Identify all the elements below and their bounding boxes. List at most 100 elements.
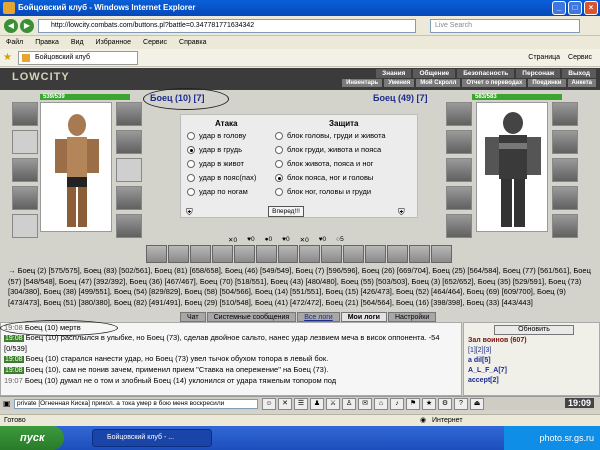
- back-icon[interactable]: ◀: [4, 19, 18, 33]
- tools-menu[interactable]: Сервис: [568, 52, 592, 64]
- right-armor-slot[interactable]: [446, 214, 472, 238]
- attack-option-groin[interactable]: удар в пояс(пах): [187, 173, 256, 182]
- left-amulet-slot[interactable]: [12, 158, 38, 182]
- subnav-transfers[interactable]: Отчет о переводах: [462, 79, 527, 87]
- left-gloves-slot[interactable]: [116, 102, 142, 126]
- tab-my-logs[interactable]: Мои логи: [340, 312, 387, 322]
- skill-slot[interactable]: [189, 245, 211, 263]
- tab-system[interactable]: Системные сообщения: [206, 312, 297, 322]
- nav-exit[interactable]: Выход: [562, 69, 596, 78]
- online-user[interactable]: accept[2]: [468, 377, 499, 384]
- right-gloves-slot[interactable]: [552, 102, 578, 126]
- refresh-button[interactable]: Обновить: [494, 325, 574, 335]
- online-user[interactable]: a dil[5]: [468, 357, 491, 364]
- left-helmet-slot[interactable]: [12, 102, 38, 126]
- hall-pages[interactable]: [1][2][3]: [468, 347, 491, 354]
- tab-settings[interactable]: Настройки: [387, 312, 437, 322]
- menu-tools[interactable]: Сервис: [143, 37, 167, 49]
- subnav-scroll[interactable]: Мой Скролл: [416, 79, 461, 87]
- left-ring-slot[interactable]: [116, 158, 142, 182]
- nav-chat[interactable]: Общение: [413, 69, 456, 78]
- skill-slot[interactable]: [430, 245, 452, 263]
- help-icon[interactable]: ?: [454, 398, 468, 410]
- skill-slot[interactable]: [277, 245, 299, 263]
- defense-option-4[interactable]: блок пояса, ног и головы: [275, 173, 373, 182]
- skill-slot[interactable]: [233, 245, 255, 263]
- right-fighter-name[interactable]: Боец (49) [7]: [373, 93, 428, 103]
- menu-view[interactable]: Вид: [71, 37, 84, 49]
- online-user[interactable]: A_L_F_A[7]: [468, 367, 507, 374]
- chat-input[interactable]: private [Огненная Киска] прикол. а тока …: [14, 399, 258, 409]
- forward-icon[interactable]: ▶: [20, 19, 34, 33]
- minimize-button[interactable]: _: [552, 1, 566, 15]
- skill-slot[interactable]: [167, 245, 189, 263]
- menu-favorites[interactable]: Избранное: [96, 37, 131, 49]
- browser-tab[interactable]: Бойцовский клуб: [18, 51, 138, 65]
- address-input[interactable]: http://lowcity.combats.com/buttons.pl?ba…: [38, 19, 416, 33]
- right-amulet-slot[interactable]: [446, 158, 472, 182]
- skill-slot[interactable]: [409, 245, 430, 263]
- left-weapon-slot[interactable]: [12, 186, 38, 210]
- defense-option-2[interactable]: блок груди, живота и пояса: [275, 145, 381, 154]
- left-shield-slot[interactable]: [116, 130, 142, 154]
- attack-option-belly[interactable]: удар в живот: [187, 159, 244, 168]
- flag-icon[interactable]: ⚑: [406, 398, 420, 410]
- lock-icon[interactable]: ⌂: [374, 398, 388, 410]
- attack-option-legs[interactable]: удар по ногам: [187, 187, 248, 196]
- taskbar-item[interactable]: Бойцовский клуб - ...: [92, 429, 212, 447]
- menu-edit[interactable]: Правка: [35, 37, 59, 49]
- skill-slot[interactable]: [365, 245, 387, 263]
- defense-option-5[interactable]: блок ног, головы и груди: [275, 187, 371, 196]
- menu-help[interactable]: Справка: [179, 37, 206, 49]
- close-button[interactable]: ×: [584, 1, 598, 15]
- start-button[interactable]: пуск: [0, 426, 64, 450]
- filter-icon[interactable]: ☰: [294, 398, 308, 410]
- defense-option-3[interactable]: блок живота, пояса и ног: [275, 159, 373, 168]
- attack-option-chest[interactable]: удар в грудь: [187, 145, 242, 154]
- left-boots-slot[interactable]: [116, 214, 142, 238]
- subnav-battles[interactable]: Поединки: [528, 79, 566, 87]
- skill-slot[interactable]: [255, 245, 277, 263]
- subnav-profile[interactable]: Анкета: [567, 79, 596, 87]
- nav-character[interactable]: Персонаж: [516, 69, 561, 78]
- fighter-icon[interactable]: ♟: [310, 398, 324, 410]
- chat-mode-icon[interactable]: ▣: [3, 399, 11, 408]
- right-ring-slot[interactable]: [552, 158, 578, 182]
- go-button[interactable]: Вперед!!!: [268, 206, 304, 217]
- tab-chat[interactable]: Чат: [180, 312, 206, 322]
- right-pants-slot[interactable]: [552, 186, 578, 210]
- tab-all-logs[interactable]: Все логи: [297, 312, 340, 322]
- skill-slot[interactable]: [146, 245, 167, 263]
- skill-slot[interactable]: [387, 245, 409, 263]
- right-boots-slot[interactable]: [552, 214, 578, 238]
- person-icon[interactable]: ♙: [342, 398, 356, 410]
- right-shield-slot[interactable]: [552, 130, 578, 154]
- sword-icon[interactable]: ⚔: [326, 398, 340, 410]
- subnav-skills[interactable]: Умения: [384, 79, 415, 87]
- right-helmet-slot[interactable]: [446, 102, 472, 126]
- left-earring-slot[interactable]: [12, 130, 38, 154]
- scroll-icon[interactable]: ✉: [358, 398, 372, 410]
- clear-icon[interactable]: ✕: [278, 398, 292, 410]
- gear-icon[interactable]: ⚙: [438, 398, 452, 410]
- left-armor-slot[interactable]: [12, 214, 38, 238]
- right-earring-slot[interactable]: [446, 130, 472, 154]
- skill-slot[interactable]: [299, 245, 321, 263]
- page-menu[interactable]: Страница: [528, 52, 560, 64]
- menu-file[interactable]: Файл: [6, 37, 23, 49]
- search-input[interactable]: Live Search: [430, 19, 580, 33]
- players-list[interactable]: → Боец (2) [575/575], Боец (83) [502/561…: [8, 266, 596, 310]
- music-icon[interactable]: ♪: [390, 398, 404, 410]
- skill-slot[interactable]: [321, 245, 343, 263]
- nav-security[interactable]: Безопасность: [457, 69, 515, 78]
- skill-slot[interactable]: [211, 245, 233, 263]
- right-weapon-slot[interactable]: [446, 186, 472, 210]
- attack-option-head[interactable]: удар в голову: [187, 131, 246, 140]
- left-pants-slot[interactable]: [116, 186, 142, 210]
- left-fighter-name[interactable]: Боец (10) [7]: [150, 93, 205, 103]
- defense-option-1[interactable]: блок головы, груди и живота: [275, 131, 386, 140]
- exit-icon[interactable]: ⏏: [470, 398, 484, 410]
- nav-knowledge[interactable]: Знания: [376, 69, 412, 78]
- skill-slot[interactable]: [343, 245, 365, 263]
- favorites-star-icon[interactable]: ★: [3, 52, 12, 63]
